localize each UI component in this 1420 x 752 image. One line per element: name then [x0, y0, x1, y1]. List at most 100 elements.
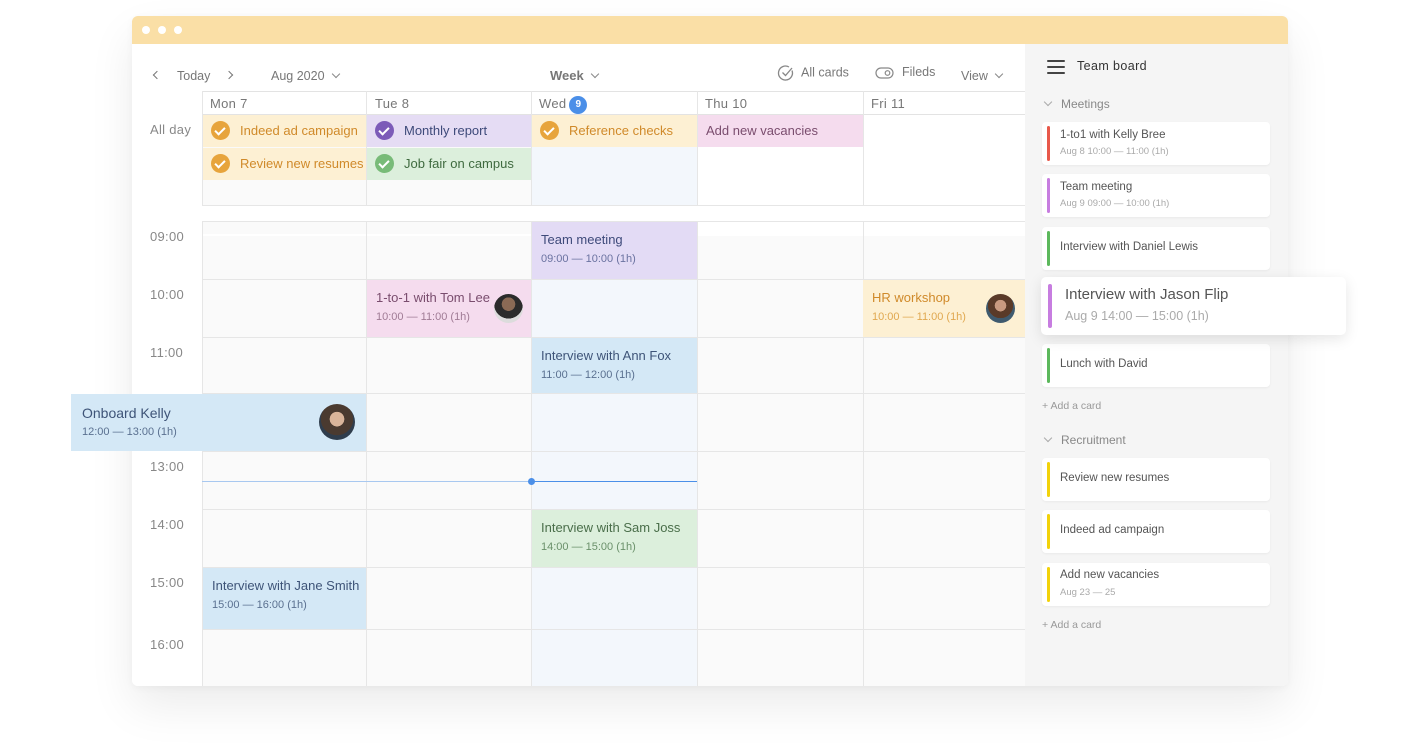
- time-label: 10:00: [150, 287, 185, 302]
- avatar: [986, 294, 1015, 323]
- chevron-down-icon: [590, 69, 599, 79]
- day-header-mon[interactable]: Mon 7: [202, 91, 367, 115]
- event-title: Indeed ad campaign: [240, 123, 358, 138]
- column-line: [366, 91, 367, 686]
- card-color-bar: [1047, 567, 1050, 602]
- window-dot-close[interactable]: [142, 26, 150, 34]
- event-title: Job fair on campus: [404, 156, 514, 171]
- card-subtitle: Aug 9 09:00 — 10:00 (1h): [1060, 198, 1170, 209]
- day-header-thu[interactable]: Thu 10: [697, 91, 863, 115]
- time-label: 15:00: [150, 575, 185, 590]
- calendar-event[interactable]: Interview with Sam Joss 14:00 — 15:00 (1…: [532, 510, 697, 567]
- window-titlebar: [132, 16, 1288, 44]
- day-label: Tue 8: [375, 96, 410, 111]
- window-dot-minimize[interactable]: [158, 26, 166, 34]
- allday-event[interactable]: Review new resumes: [203, 148, 366, 180]
- allday-event[interactable]: Reference checks: [532, 115, 697, 147]
- calendar-event[interactable]: Team meeting 09:00 — 10:00 (1h): [532, 222, 697, 279]
- now-indicator-dot: [528, 478, 535, 485]
- view-menu-button[interactable]: View: [961, 68, 1004, 84]
- prev-week-button[interactable]: [152, 66, 162, 82]
- chevron-down-icon: [331, 69, 340, 79]
- add-card-button[interactable]: + Add a card: [1042, 400, 1101, 412]
- toggle-icon: [875, 67, 894, 79]
- card-color-bar: [1048, 284, 1052, 328]
- board-card[interactable]: Indeed ad campaign: [1042, 510, 1270, 553]
- check-circle-icon[interactable]: [211, 121, 230, 141]
- column-line: [697, 91, 698, 686]
- allday-event[interactable]: Indeed ad campaign: [203, 115, 366, 147]
- check-circle-icon[interactable]: [375, 121, 394, 141]
- allday-event[interactable]: Job fair on campus: [367, 148, 531, 180]
- section-name: Recruitment: [1061, 433, 1126, 447]
- app-window: Today Aug 2020 Week All cards Fileds Vie…: [132, 16, 1288, 686]
- card-title: Interview with Daniel Lewis: [1060, 241, 1199, 253]
- check-circle-icon[interactable]: [211, 154, 230, 174]
- section-header-meetings[interactable]: Meetings: [1043, 97, 1110, 111]
- fields-button[interactable]: Fileds: [875, 64, 935, 80]
- event-title: Interview with Ann Fox: [541, 348, 672, 363]
- card-subtitle: Aug 23 — 25: [1060, 587, 1116, 598]
- chevron-down-icon: [1043, 433, 1053, 443]
- card-subtitle: Aug 8 10:00 — 11:00 (1h): [1060, 146, 1169, 157]
- time-label: 13:00: [150, 459, 185, 474]
- allday-event[interactable]: Add new vacancies: [698, 115, 863, 147]
- allday-event[interactable]: Monthly report: [367, 115, 531, 147]
- card-subtitle: Aug 9 14:00 — 15:00 (1h): [1065, 309, 1209, 323]
- calendar-event[interactable]: Interview with Ann Fox 11:00 — 12:00 (1h…: [532, 338, 697, 393]
- event-time: 15:00 — 16:00 (1h): [212, 599, 307, 611]
- add-card-button[interactable]: + Add a card: [1042, 619, 1101, 631]
- day-header-wed[interactable]: Wed 9: [531, 91, 697, 115]
- board-card[interactable]: Add new vacancies Aug 23 — 25: [1042, 563, 1270, 606]
- event-title: Reference checks: [569, 123, 674, 138]
- event-title: Team meeting: [541, 232, 623, 247]
- calendar-event[interactable]: 1-to-1 with Tom Lee 10:00 — 11:00 (1h): [367, 280, 531, 337]
- calendar-event[interactable]: Interview with Jane Smith 15:00 — 16:00 …: [203, 568, 366, 629]
- chevron-left-icon: [152, 70, 162, 80]
- card-title: 1-to1 with Kelly Bree: [1060, 129, 1166, 141]
- board-card[interactable]: Lunch with David: [1042, 344, 1270, 387]
- event-title: Onboard Kelly: [82, 405, 171, 421]
- day-header-tue[interactable]: Tue 8: [367, 91, 531, 115]
- next-week-button[interactable]: [224, 66, 234, 82]
- grid-gap: [202, 206, 1025, 221]
- menu-icon[interactable]: [1047, 60, 1065, 74]
- now-indicator-line: [531, 481, 697, 482]
- dragged-board-card[interactable]: Interview with Jason Flip Aug 9 14:00 — …: [1041, 277, 1346, 335]
- calendar-panel: Today Aug 2020 Week All cards Fileds Vie…: [132, 44, 1025, 686]
- view-mode-selector[interactable]: Week: [550, 68, 599, 84]
- all-cards-button[interactable]: All cards: [777, 64, 849, 82]
- chevron-right-icon: [224, 70, 234, 80]
- month-label: Aug 2020: [271, 69, 325, 83]
- month-selector[interactable]: Aug 2020: [271, 68, 340, 84]
- today-badge: 9: [569, 96, 588, 114]
- event-title: Review new resumes: [240, 156, 364, 171]
- section-header-recruitment[interactable]: Recruitment: [1043, 433, 1126, 447]
- card-color-bar: [1047, 126, 1050, 161]
- today-button[interactable]: Today: [177, 68, 210, 84]
- event-time: 14:00 — 15:00 (1h): [541, 541, 636, 553]
- board-card[interactable]: 1-to1 with Kelly Bree Aug 8 10:00 — 11:0…: [1042, 122, 1270, 165]
- event-time: 12:00 — 13:00 (1h): [82, 426, 177, 438]
- calendar-event[interactable]: HR workshop 10:00 — 11:00 (1h): [863, 280, 1025, 337]
- board-card[interactable]: Review new resumes: [1042, 458, 1270, 501]
- board-card[interactable]: Interview with Daniel Lewis: [1042, 227, 1270, 270]
- day-label: Fri 11: [871, 96, 906, 111]
- day-label: Thu 10: [705, 96, 748, 111]
- card-color-bar: [1047, 348, 1050, 383]
- day-header-fri[interactable]: Fri 11: [863, 91, 1025, 115]
- chevron-down-icon: [994, 69, 1004, 79]
- card-color-bar: [1047, 178, 1050, 213]
- check-circle-icon[interactable]: [540, 121, 559, 141]
- board-card[interactable]: Team meeting Aug 9 09:00 — 10:00 (1h): [1042, 174, 1270, 217]
- dragged-calendar-event[interactable]: Onboard Kelly 12:00 — 13:00 (1h): [71, 394, 366, 451]
- check-circle-icon[interactable]: [375, 154, 394, 174]
- view-label: View: [961, 69, 988, 83]
- day-label: Wed: [539, 96, 567, 111]
- view-mode-label: Week: [550, 68, 584, 83]
- window-dot-maximize[interactable]: [174, 26, 182, 34]
- time-label: 09:00: [150, 229, 185, 244]
- avatar: [494, 294, 523, 323]
- card-color-bar: [1047, 231, 1050, 266]
- time-label: 11:00: [150, 345, 184, 360]
